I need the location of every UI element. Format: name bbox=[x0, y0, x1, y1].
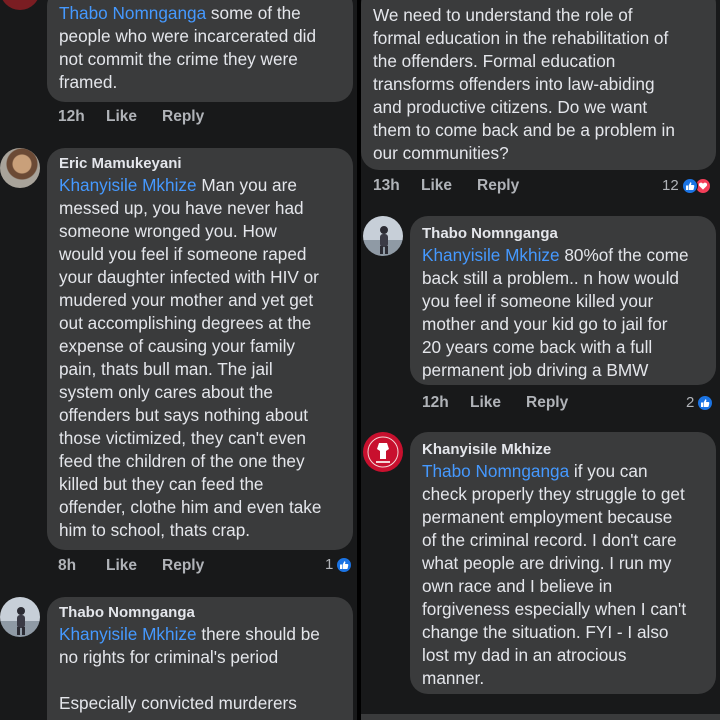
mention-link[interactable]: Khanyisile Mkhize bbox=[59, 624, 197, 644]
comment-actions: 13h Like Reply bbox=[373, 177, 519, 195]
comment-line: them to come back and be a problem in bbox=[373, 120, 675, 140]
timestamp[interactable]: 13h bbox=[373, 177, 413, 195]
comment-line: lost my dad in an atrocious bbox=[422, 645, 627, 665]
timestamp[interactable]: 12h bbox=[58, 108, 98, 126]
comment-line: 20 years come back with a full bbox=[422, 337, 653, 357]
comment-bubble: Thabo Nomnganga some of the people who w… bbox=[47, 0, 353, 102]
like-reaction-icon bbox=[681, 177, 698, 194]
reaction-count: 2 bbox=[686, 394, 695, 411]
comment-bubble: We need to understand the role of formal… bbox=[361, 0, 716, 170]
comment-line: check properly they struggle to get bbox=[422, 484, 685, 504]
comment-line: mudered your mother and yet get bbox=[59, 290, 314, 310]
comment-line: feed the children of the one they bbox=[59, 451, 305, 471]
left-screenshot-panel: Thabo Nomnganga some of the people who w… bbox=[0, 0, 357, 720]
like-reaction-icon bbox=[336, 556, 353, 573]
comment-line: our communities? bbox=[373, 143, 509, 163]
reply-button[interactable]: Reply bbox=[162, 557, 204, 575]
comment-bubble: Thabo Nomnganga Khanyisile Mkhize there … bbox=[47, 597, 353, 720]
comment-text: Thabo Nomnganga if you can check properl… bbox=[422, 460, 704, 690]
avatar[interactable] bbox=[0, 597, 40, 637]
comment-line: your daughter infected with HIV or bbox=[59, 267, 319, 287]
timestamp[interactable]: 12h bbox=[422, 394, 462, 412]
comment-actions: 12h Like Reply bbox=[58, 108, 204, 126]
comment-author[interactable]: Eric Mamukeyani bbox=[59, 154, 341, 174]
avatar[interactable] bbox=[0, 0, 40, 10]
reply-button[interactable]: Reply bbox=[526, 394, 568, 412]
comment-line: would you feel if someone raped bbox=[59, 244, 307, 264]
comment-line: no rights for criminal's period bbox=[59, 647, 279, 667]
comment-line: system only cares about the bbox=[59, 382, 273, 402]
comment-text: Khanyisile Mkhize there should be no rig… bbox=[59, 623, 341, 715]
avatar[interactable] bbox=[363, 216, 403, 256]
reply-button[interactable]: Reply bbox=[477, 177, 519, 195]
avatar[interactable] bbox=[363, 432, 403, 472]
like-button[interactable]: Like bbox=[106, 108, 162, 126]
comment-line: out accomplishing degrees at the bbox=[59, 313, 312, 333]
comment-line: back still a problem.. n how would bbox=[422, 268, 679, 288]
comment-line: what people are driving. I run my bbox=[422, 553, 672, 573]
comment-line: formal education in the rehabilitation o… bbox=[373, 28, 669, 48]
comment-line: offender, clothe him and even take bbox=[59, 497, 322, 517]
next-comment-edge bbox=[361, 714, 720, 720]
comment-text: Khanyisile Mkhize Man you are messed up,… bbox=[59, 174, 341, 542]
reaction-summary[interactable]: 1 bbox=[325, 556, 353, 573]
like-button[interactable]: Like bbox=[421, 177, 477, 195]
reaction-count: 1 bbox=[325, 556, 334, 573]
like-button[interactable]: Like bbox=[106, 557, 162, 575]
comment-line: offenders but says nothing about bbox=[59, 405, 309, 425]
mention-link[interactable]: Thabo Nomnganga bbox=[59, 3, 206, 23]
comment-line: framed. bbox=[59, 72, 118, 92]
comment-text: We need to understand the role of formal… bbox=[373, 4, 704, 165]
comment-line: Especially convicted murderers bbox=[59, 693, 297, 713]
comment-line: expense of causing your family bbox=[59, 336, 295, 356]
comment-line: mother and your kid go to jail for bbox=[422, 314, 668, 334]
reaction-count: 12 bbox=[662, 177, 679, 194]
reaction-summary[interactable]: 12 bbox=[662, 177, 711, 194]
comment-bubble: Eric Mamukeyani Khanyisile Mkhize Man yo… bbox=[47, 148, 353, 550]
comment-line: people who were incarcerated did bbox=[59, 26, 317, 46]
mention-link[interactable]: Khanyisile Mkhize bbox=[422, 245, 560, 265]
avatar[interactable] bbox=[0, 148, 40, 188]
comment-actions: 8h Like Reply bbox=[58, 557, 204, 575]
comment-line: pain, thats bull man. The jail bbox=[59, 359, 273, 379]
comment-line: own race and I believe in bbox=[422, 576, 613, 596]
comment-text: Khanyisile Mkhize 80%of the come back st… bbox=[422, 244, 704, 382]
comment-line bbox=[59, 669, 341, 692]
comment-bubble: Khanyisile Mkhize Thabo Nomnganga if you… bbox=[410, 432, 716, 694]
comment-line: manner. bbox=[422, 668, 485, 688]
comment-bubble: Thabo Nomnganga Khanyisile Mkhize 80%of … bbox=[410, 216, 716, 385]
comment-line: change the situation. FYI - I also bbox=[422, 622, 669, 642]
comment-line: We need to understand the role of bbox=[373, 5, 633, 25]
reply-button[interactable]: Reply bbox=[162, 108, 204, 126]
comment-line: him to school, thats crap. bbox=[59, 520, 251, 540]
comment-line: and productive citizens. Do we want bbox=[373, 97, 648, 117]
comment-line: not commit the crime they were bbox=[59, 49, 298, 69]
like-reaction-icon bbox=[697, 394, 714, 411]
comment-line: those victimized, they can't even bbox=[59, 428, 306, 448]
mention-link[interactable]: Khanyisile Mkhize bbox=[59, 175, 197, 195]
comment-line: permanent job driving a BMW bbox=[422, 360, 649, 380]
mention-link[interactable]: Thabo Nomnganga bbox=[422, 461, 569, 481]
comment-author[interactable]: Thabo Nomnganga bbox=[59, 603, 341, 623]
comment-line: of the criminal record. I don't care bbox=[422, 530, 677, 550]
comment-author[interactable]: Thabo Nomnganga bbox=[422, 224, 704, 244]
comment-line: transforms offenders into law-abiding bbox=[373, 74, 655, 94]
comment-line: forgiveness especially when I can't bbox=[422, 599, 687, 619]
like-button[interactable]: Like bbox=[470, 394, 526, 412]
comment-line: permanent employment because bbox=[422, 507, 673, 527]
comment-line: messed up, you have never had bbox=[59, 198, 304, 218]
right-screenshot-panel: We need to understand the role of formal… bbox=[361, 0, 720, 720]
comment-text: Thabo Nomnganga some of the people who w… bbox=[59, 2, 341, 94]
comment-line: the offenders. Formal education bbox=[373, 51, 616, 71]
comment-author[interactable]: Khanyisile Mkhize bbox=[422, 440, 704, 460]
comment-actions: 12h Like Reply bbox=[422, 394, 568, 412]
reaction-summary[interactable]: 2 bbox=[686, 394, 714, 411]
timestamp[interactable]: 8h bbox=[58, 557, 98, 575]
comment-line: you feel if someone killed your bbox=[422, 291, 654, 311]
comment-line: someone wronged you. How bbox=[59, 221, 277, 241]
comment-line: killed but they can feed the bbox=[59, 474, 264, 494]
